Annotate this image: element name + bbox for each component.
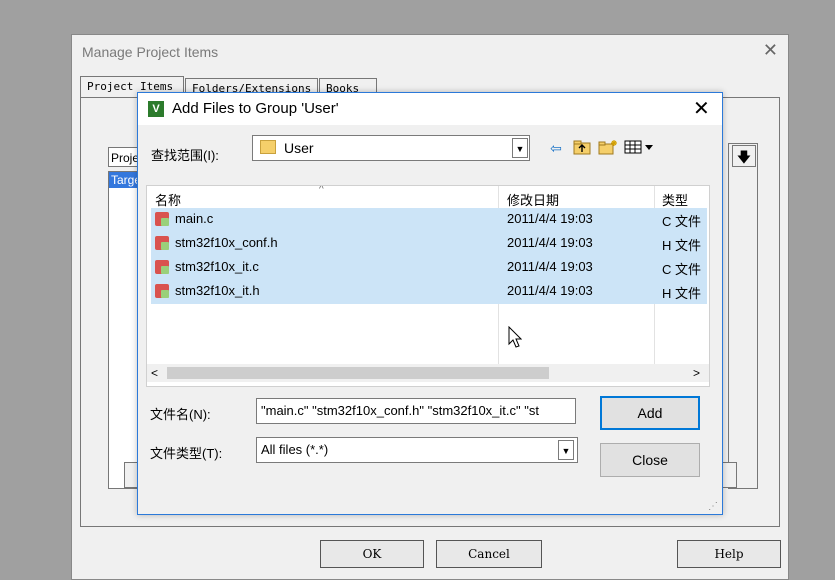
filetype-label: 文件类型(T):	[150, 446, 223, 461]
chevron-down-icon[interactable]: ▼	[512, 138, 528, 158]
add-files-dialog: V Add Files to Group 'User' ✕ 查找范围(I): U…	[137, 92, 723, 515]
horizontal-scrollbar[interactable]: < >	[147, 364, 709, 382]
outer-dialog-title: Manage Project Items	[82, 44, 219, 60]
cancel-button[interactable]: Cancel	[436, 540, 542, 568]
keil-app-icon: V	[148, 101, 164, 117]
move-down-icon[interactable]: 🡇	[732, 145, 756, 167]
resize-grip-icon[interactable]: ⋰	[708, 501, 718, 512]
look-in-value: User	[284, 140, 314, 156]
file-type: C 文件	[662, 214, 702, 229]
file-date: 2011/4/4 19:03	[507, 235, 593, 250]
table-row[interactable]: stm32f10x_it.h 2011/4/4 19:03 H 文件	[151, 280, 707, 304]
view-menu-icon[interactable]	[624, 139, 654, 157]
column-header-name[interactable]: 名称	[155, 190, 181, 209]
new-folder-icon[interactable]	[598, 139, 618, 157]
dialog-title: Add Files to Group 'User'	[172, 100, 339, 117]
filename-label: 文件名(N):	[150, 407, 211, 422]
filetype-select[interactable]: All files (*.*)	[256, 437, 578, 463]
scroll-right-icon[interactable]: >	[693, 364, 700, 382]
back-arrow-icon[interactable]: ⇦	[546, 139, 566, 157]
file-name: main.c	[175, 211, 214, 226]
column-header-date[interactable]: 修改日期	[507, 190, 559, 209]
up-folder-icon[interactable]	[572, 139, 592, 157]
folder-icon	[260, 140, 276, 154]
file-type: C 文件	[662, 262, 702, 277]
sort-arrow-icon: ^	[319, 185, 324, 195]
filename-input[interactable]: "main.c" "stm32f10x_conf.h" "stm32f10x_i…	[256, 398, 576, 424]
outer-close-icon[interactable]: ✕	[763, 40, 778, 61]
table-row[interactable]: main.c 2011/4/4 19:03 C 文件	[151, 208, 707, 232]
scroll-left-icon[interactable]: <	[151, 364, 158, 382]
dialog-titlebar: V Add Files to Group 'User' ✕	[138, 93, 722, 125]
file-list[interactable]: ^ 名称 修改日期 类型 main.c 2011/4/4 19:03 C 文件 …	[146, 185, 710, 387]
column-header-type[interactable]: 类型	[662, 190, 688, 209]
mouse-cursor-icon	[508, 325, 523, 351]
file-date: 2011/4/4 19:03	[507, 211, 593, 226]
close-icon[interactable]: ✕	[693, 96, 710, 121]
look-in-combo[interactable]: User	[252, 135, 530, 161]
file-name: stm32f10x_it.h	[175, 283, 260, 298]
help-button[interactable]: Help	[677, 540, 781, 568]
c-file-icon	[155, 260, 169, 274]
file-date: 2011/4/4 19:03	[507, 259, 593, 274]
h-file-icon	[155, 236, 169, 250]
table-row[interactable]: stm32f10x_conf.h 2011/4/4 19:03 H 文件	[151, 232, 707, 256]
file-name: stm32f10x_conf.h	[175, 235, 278, 250]
ok-button[interactable]: OK	[320, 540, 424, 568]
close-button[interactable]: Close	[600, 443, 700, 477]
file-name: stm32f10x_it.c	[175, 259, 259, 274]
look-in-label: 查找范围(I):	[151, 148, 219, 163]
add-button[interactable]: Add	[600, 396, 700, 430]
chevron-down-icon[interactable]: ▼	[558, 440, 574, 460]
files-list-frame	[728, 143, 758, 489]
table-row[interactable]: stm32f10x_it.c 2011/4/4 19:03 C 文件	[151, 256, 707, 280]
c-file-icon	[155, 212, 169, 226]
file-type: H 文件	[662, 286, 702, 301]
file-date: 2011/4/4 19:03	[507, 283, 593, 298]
file-type: H 文件	[662, 238, 702, 253]
h-file-icon	[155, 284, 169, 298]
scrollbar-thumb[interactable]	[167, 367, 549, 379]
